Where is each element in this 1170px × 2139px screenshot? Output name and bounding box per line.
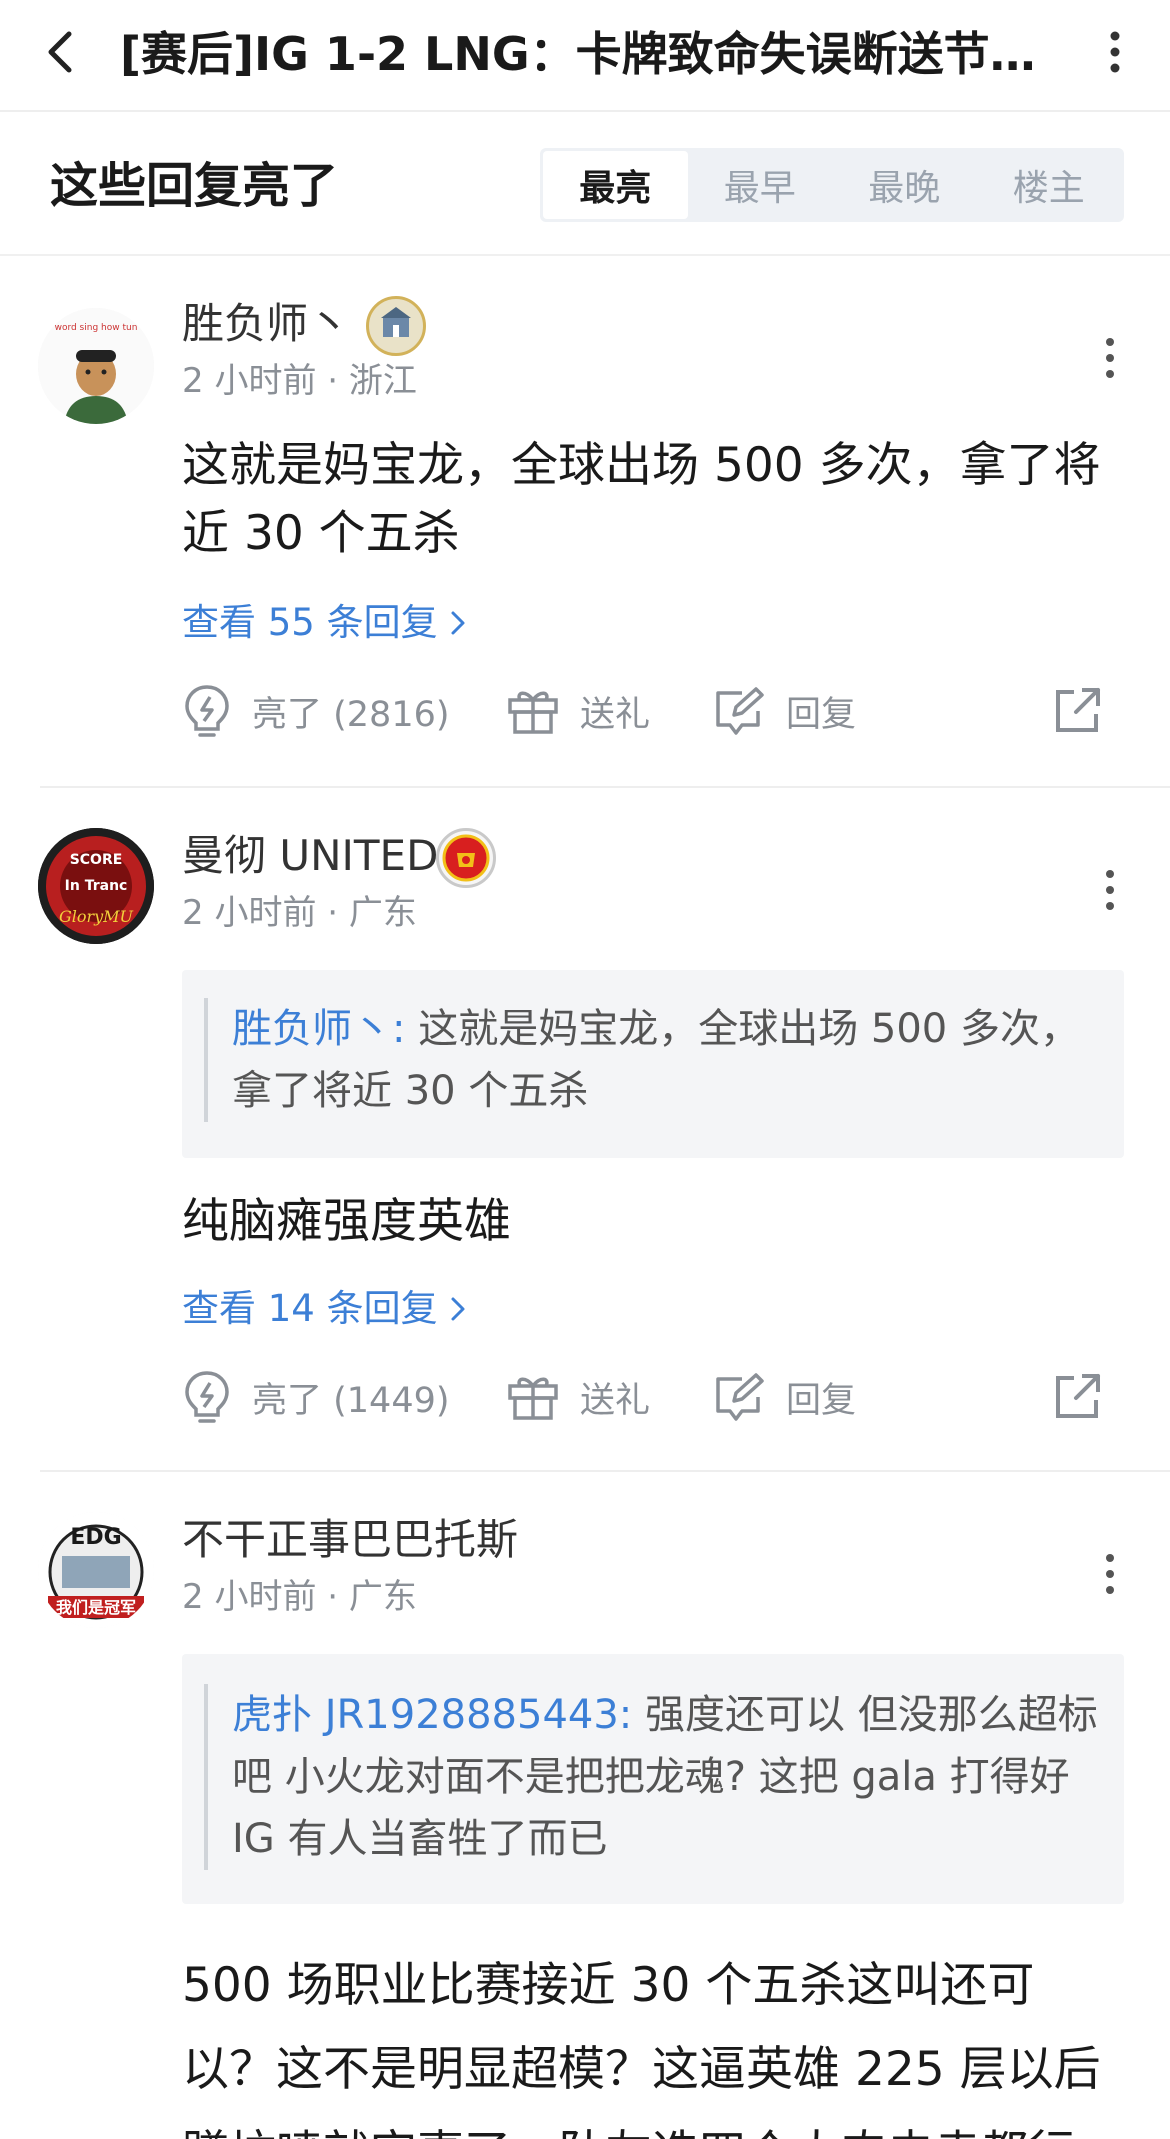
svg-text:GloryMU: GloryMU [59, 907, 134, 926]
gift-icon [508, 691, 558, 734]
comment-text: 这就是妈宝龙，全球出场 500 多次，拿了将近 30 个五杀 [182, 438, 1101, 561]
edit-reply-icon [716, 1373, 764, 1421]
quoted-reply: 胜负师丶: 这就是妈宝龙，全球出场 500 多次，拿了将近 30 个五杀 [182, 970, 1124, 1158]
share-button[interactable] [1052, 1362, 1124, 1432]
reply-button[interactable]: 回复 [712, 1362, 856, 1432]
light-button[interactable]: 亮了 (2816) [182, 676, 450, 746]
svg-text:SCORE: SCORE [70, 852, 123, 868]
sort-tabs: 最亮 最早 最晚 楼主 [540, 148, 1124, 222]
avatar[interactable]: EDG 我们是冠军 [38, 1512, 154, 1628]
tab-brightest[interactable]: 最亮 [543, 151, 688, 219]
comment-text: 纯脑瘫强度英雄 [182, 1194, 511, 1249]
gift-label: 送礼 [580, 1380, 651, 1421]
comment-item: word sing how tun 胜负师丶 2 小时前 · 浙江 这就是妈宝龙… [0, 256, 1170, 788]
comment-meta: 2 小时前 · 广东 [182, 893, 417, 933]
quoted-reply: 虎扑 JR1928885443: 强度还可以 但没那么超标吧 小火龙对面不是把把… [182, 1654, 1124, 1904]
gift-button[interactable]: 送礼 [506, 676, 650, 746]
share-icon [1056, 688, 1100, 732]
more-options-button[interactable] [1090, 22, 1140, 82]
avatar[interactable]: SCORE In Tranc GloryMU [38, 828, 154, 944]
light-count: 亮了 (2816) [252, 694, 450, 735]
comment-item: EDG 我们是冠军 不干正事巴巴托斯 2 小时前 · 广东 虎扑 JR19288… [0, 1472, 1170, 2139]
gift-label: 送礼 [580, 694, 651, 735]
light-button[interactable]: 亮了 (1449) [182, 1362, 450, 1432]
user-badge-icon [366, 296, 426, 356]
vertical-dots-icon [1106, 870, 1114, 910]
username[interactable]: 不干正事巴巴托斯 [182, 1512, 518, 1568]
share-button[interactable] [1052, 676, 1124, 746]
club-badge-icon [436, 828, 496, 888]
tab-op-only[interactable]: 楼主 [977, 151, 1122, 219]
tab-earliest[interactable]: 最早 [688, 151, 833, 219]
comment-more-button[interactable] [1090, 860, 1130, 920]
comment-more-button[interactable] [1090, 328, 1130, 388]
view-replies-link[interactable]: 查看 14 条回复 [182, 1284, 466, 1334]
tab-latest[interactable]: 最晚 [832, 151, 977, 219]
vertical-dots-icon [1110, 31, 1120, 73]
section-title: 这些回复亮了 [50, 158, 339, 214]
top-bar: [赛后]IG 1-2 LNG：卡牌致命失误断送节奏，LNG逆转晋级 [0, 0, 1170, 112]
view-replies-label: 查看 14 条回复 [182, 1287, 438, 1330]
reply-label: 回复 [786, 1380, 857, 1421]
page-title: [赛后]IG 1-2 LNG：卡牌致命失误断送节奏，LNG逆转晋级 [120, 27, 1050, 81]
lightbulb-icon [185, 685, 229, 737]
edit-reply-icon [716, 687, 764, 735]
comment-more-button[interactable] [1090, 1544, 1130, 1604]
lightbulb-icon [185, 1371, 229, 1423]
share-icon [1056, 1374, 1100, 1418]
back-button[interactable] [30, 22, 90, 82]
username[interactable]: 曼彻 UNITED [182, 828, 438, 884]
svg-text:word sing how tun: word sing how tun [55, 323, 138, 333]
comment-meta: 2 小时前 · 浙江 [182, 361, 417, 401]
comment-meta: 2 小时前 · 广东 [182, 1577, 417, 1617]
vertical-dots-icon [1106, 1554, 1114, 1594]
comment-text: 500 场职业比赛接近 30 个五杀这叫还可以？这不是明显超模？这逼英雄 225… [182, 1958, 1101, 2139]
svg-text:我们是冠军: 我们是冠军 [56, 1598, 136, 1617]
chevron-right-icon [451, 1297, 465, 1321]
reply-button[interactable]: 回复 [712, 676, 856, 746]
vertical-dots-icon [1106, 338, 1114, 378]
username[interactable]: 胜负师丶 [182, 296, 350, 352]
view-replies-label: 查看 55 条回复 [182, 601, 438, 644]
comment-actions: 亮了 (1449) 送礼 回复 [182, 1362, 1124, 1432]
svg-text:In Tranc: In Tranc [65, 878, 128, 894]
svg-text:EDG: EDG [70, 1525, 121, 1550]
chevron-right-icon [451, 611, 465, 635]
gift-button[interactable]: 送礼 [506, 1362, 650, 1432]
light-count: 亮了 (1449) [252, 1380, 450, 1421]
avatar[interactable]: word sing how tun [38, 308, 154, 424]
view-replies-link[interactable]: 查看 55 条回复 [182, 598, 466, 648]
comment-item: SCORE In Tranc GloryMU 曼彻 UNITED 2 小时前 ·… [0, 788, 1170, 1472]
comment-actions: 亮了 (2816) 送礼 回复 [182, 676, 1124, 746]
gift-icon [508, 1377, 558, 1420]
reply-label: 回复 [786, 694, 857, 735]
chevron-left-icon [48, 31, 72, 73]
replies-section-header: 这些回复亮了 最亮 最早 最晚 楼主 [0, 112, 1170, 256]
quote-author[interactable]: 胜负师丶: [232, 1006, 405, 1052]
quote-author[interactable]: 虎扑 JR1928885443: [232, 1692, 632, 1738]
